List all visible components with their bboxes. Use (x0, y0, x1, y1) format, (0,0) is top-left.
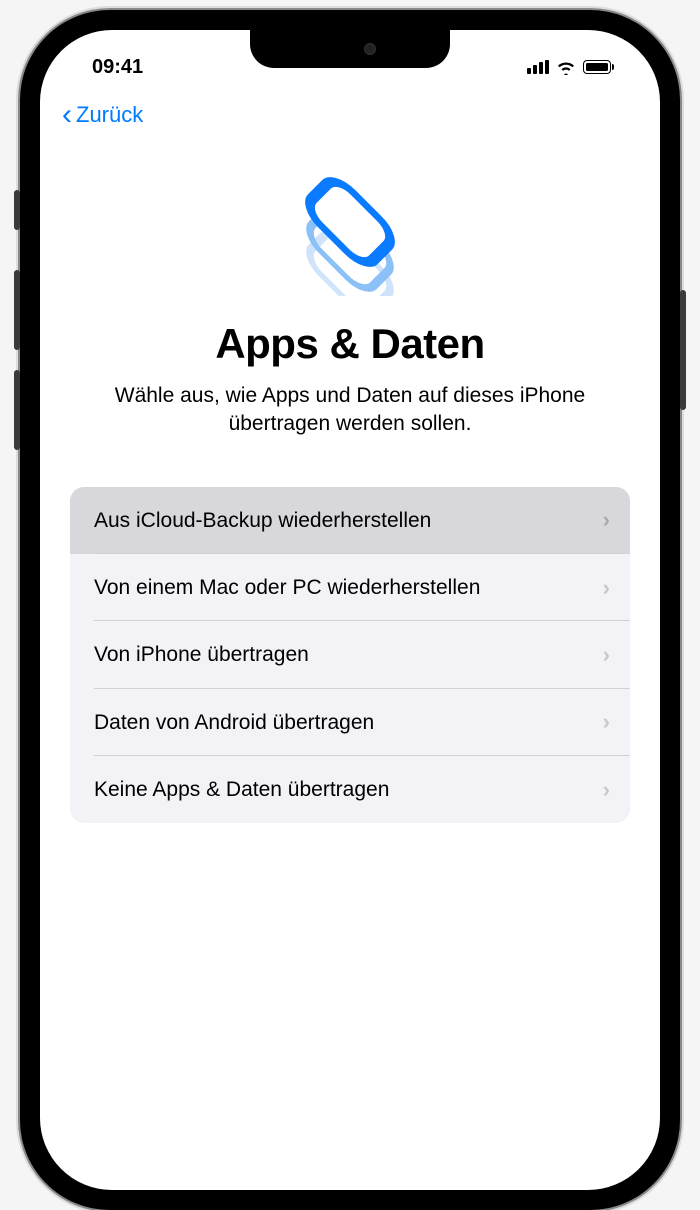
screen: 09:41 (40, 30, 660, 1190)
chevron-right-icon: › (603, 777, 610, 803)
mute-switch (14, 190, 20, 230)
phone-frame: 09:41 (20, 10, 680, 1210)
chevron-left-icon: ‹ (62, 100, 72, 130)
volume-down-button (14, 370, 20, 450)
power-button (680, 290, 686, 410)
status-time: 09:41 (80, 56, 143, 79)
page-subtitle: Wähle aus, wie Apps und Daten auf dieses… (70, 382, 630, 439)
wifi-icon (556, 60, 576, 75)
back-button[interactable]: ‹ Zurück (62, 100, 143, 130)
option-restore-icloud[interactable]: Aus iCloud-Backup wiederherstellen › (70, 487, 630, 554)
apps-data-stack-icon (280, 176, 420, 296)
option-label: Von iPhone übertragen (94, 641, 593, 668)
front-camera (364, 43, 376, 55)
notch (250, 30, 450, 68)
option-label: Von einem Mac oder PC wiederherstellen (94, 574, 593, 601)
chevron-right-icon: › (603, 709, 610, 735)
option-label: Keine Apps & Daten übertragen (94, 776, 593, 803)
option-no-transfer[interactable]: Keine Apps & Daten übertragen › (70, 756, 630, 823)
options-list: Aus iCloud-Backup wiederherstellen › Von… (70, 487, 630, 823)
option-label: Daten von Android übertragen (94, 709, 593, 736)
option-transfer-iphone[interactable]: Von iPhone übertragen › (70, 621, 630, 688)
option-transfer-android[interactable]: Daten von Android übertragen › (70, 689, 630, 756)
chevron-right-icon: › (603, 575, 610, 601)
volume-up-button (14, 270, 20, 350)
status-indicators (527, 60, 620, 75)
nav-bar: ‹ Zurück (40, 86, 660, 144)
battery-icon (583, 60, 614, 74)
cellular-signal-icon (527, 60, 549, 74)
option-label: Aus iCloud-Backup wiederherstellen (94, 507, 593, 534)
back-label: Zurück (76, 102, 143, 128)
content-area: Apps & Daten Wähle aus, wie Apps und Dat… (40, 176, 660, 823)
chevron-right-icon: › (603, 507, 610, 533)
page-title: Apps & Daten (70, 320, 630, 368)
option-restore-mac-pc[interactable]: Von einem Mac oder PC wiederherstellen › (70, 554, 630, 621)
chevron-right-icon: › (603, 642, 610, 668)
